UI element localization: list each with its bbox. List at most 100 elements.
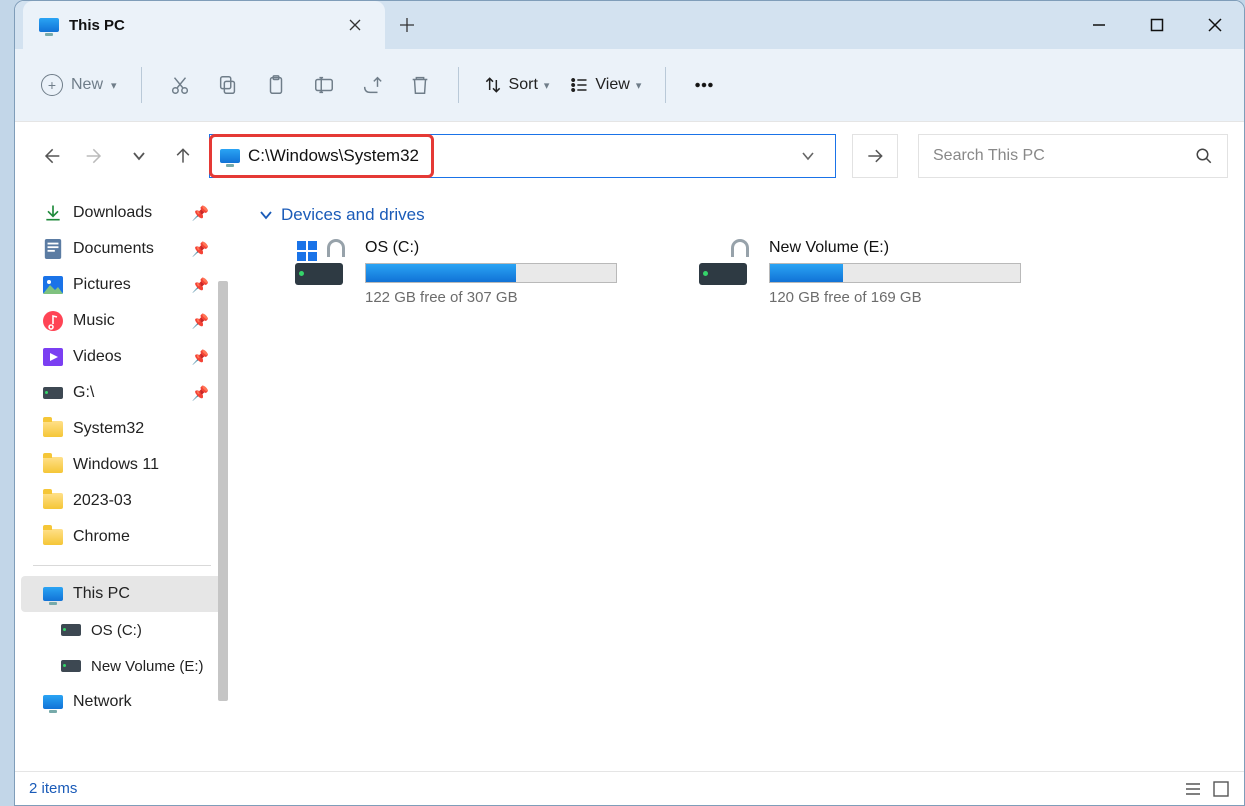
sidebar-item-label: OS (C:) bbox=[91, 622, 142, 639]
drive-item[interactable]: OS (C:)122 GB free of 307 GB bbox=[295, 239, 635, 306]
new-button[interactable]: + New ▾ bbox=[35, 74, 123, 96]
back-button[interactable] bbox=[33, 138, 69, 174]
sidebar-scrollbar[interactable] bbox=[218, 189, 228, 771]
sidebar-item-this-pc[interactable]: This PC bbox=[21, 576, 223, 612]
new-tab-button[interactable] bbox=[385, 1, 429, 49]
doc-icon bbox=[43, 239, 63, 259]
drive-icon bbox=[61, 656, 81, 676]
chevron-down-icon: ▾ bbox=[636, 79, 642, 92]
drive-usage-bar bbox=[769, 263, 1021, 283]
pin-icon: 📌 bbox=[192, 313, 209, 330]
sidebar-item-network[interactable]: Network bbox=[15, 684, 229, 720]
folder-icon bbox=[43, 455, 63, 475]
sidebar-item-label: Network bbox=[73, 693, 132, 711]
forward-button[interactable] bbox=[77, 138, 113, 174]
section-title: Devices and drives bbox=[281, 205, 425, 225]
sidebar-item-label: Music bbox=[73, 312, 115, 330]
main-content: Devices and drives OS (C:)122 GB free of… bbox=[229, 189, 1244, 771]
section-header[interactable]: Devices and drives bbox=[259, 205, 1224, 225]
address-history-button[interactable] bbox=[801, 149, 835, 163]
pin-icon: 📌 bbox=[192, 385, 209, 402]
sidebar-item-label: 2023-03 bbox=[73, 492, 132, 510]
maximize-button[interactable] bbox=[1128, 1, 1186, 49]
share-button[interactable] bbox=[352, 65, 392, 105]
nav-row bbox=[15, 121, 1244, 189]
sidebar-item[interactable]: G:\📌 bbox=[15, 375, 229, 411]
minimize-button[interactable] bbox=[1070, 1, 1128, 49]
copy-button[interactable] bbox=[208, 65, 248, 105]
details-view-button[interactable] bbox=[1184, 780, 1202, 798]
sidebar-item-label: System32 bbox=[73, 420, 144, 438]
search-input[interactable] bbox=[933, 147, 1195, 165]
view-label: View bbox=[595, 76, 629, 94]
drive-icon bbox=[61, 620, 81, 640]
pin-icon: 📌 bbox=[192, 277, 209, 294]
pin-icon: 📌 bbox=[192, 241, 209, 258]
close-tab-button[interactable] bbox=[341, 11, 369, 39]
recent-button[interactable] bbox=[121, 138, 157, 174]
status-bar: 2 items bbox=[15, 771, 1244, 805]
monitor-icon bbox=[39, 15, 59, 35]
sidebar-item[interactable]: Videos📌 bbox=[15, 339, 229, 375]
drive-item[interactable]: New Volume (E:) 120 GB free of 169 GB bbox=[699, 239, 1039, 306]
cut-button[interactable] bbox=[160, 65, 200, 105]
network-icon bbox=[43, 692, 63, 712]
drive-name: New Volume (E:) bbox=[769, 239, 1039, 257]
drive-free-text: 120 GB free of 169 GB bbox=[769, 289, 1039, 306]
sidebar-item-label: Documents bbox=[73, 240, 154, 258]
address-bar[interactable] bbox=[209, 134, 836, 178]
sidebar-item-label: Windows 11 bbox=[73, 456, 159, 474]
search-icon bbox=[1195, 147, 1213, 165]
chevron-down-icon: ▾ bbox=[544, 79, 550, 92]
drive-icon bbox=[699, 239, 755, 285]
sidebar-item[interactable]: Music 📌 bbox=[15, 303, 229, 339]
sidebar-item-drive[interactable]: New Volume (E:) bbox=[15, 648, 229, 684]
sidebar-item[interactable]: Windows 11 bbox=[15, 447, 229, 483]
go-button[interactable] bbox=[852, 134, 898, 178]
tiles-view-button[interactable] bbox=[1212, 780, 1230, 798]
sort-button[interactable]: Sort ▾ bbox=[477, 65, 556, 105]
monitor-icon bbox=[220, 146, 240, 166]
chevron-down-icon bbox=[259, 208, 273, 222]
sidebar-item-drive[interactable]: OS (C:) bbox=[15, 612, 229, 648]
status-items: 2 items bbox=[29, 780, 77, 797]
close-window-button[interactable] bbox=[1186, 1, 1244, 49]
folder-icon bbox=[43, 491, 63, 511]
file-explorer-window: This PC + New ▾ Sort ▾ bbox=[14, 0, 1245, 806]
more-button[interactable] bbox=[684, 65, 724, 105]
sidebar-item[interactable]: Pictures 📌 bbox=[15, 267, 229, 303]
sidebar-item-label: Pictures bbox=[73, 276, 131, 294]
sidebar-item-label: This PC bbox=[73, 585, 130, 603]
drive-usage-bar bbox=[365, 263, 617, 283]
music-icon bbox=[43, 311, 63, 331]
sidebar-item-label: Chrome bbox=[73, 528, 130, 546]
pic-icon bbox=[43, 275, 63, 295]
drive-icon bbox=[43, 383, 63, 403]
sidebar-item-label: New Volume (E:) bbox=[91, 658, 204, 675]
plus-circle-icon: + bbox=[41, 74, 63, 96]
search-box[interactable] bbox=[918, 134, 1228, 178]
pin-icon: 📌 bbox=[192, 205, 209, 222]
download-icon bbox=[43, 203, 63, 223]
rename-button[interactable] bbox=[304, 65, 344, 105]
video-icon bbox=[43, 347, 63, 367]
sort-label: Sort bbox=[509, 76, 538, 94]
tab-this-pc[interactable]: This PC bbox=[23, 1, 385, 49]
toolbar: + New ▾ Sort ▾ View ▾ bbox=[15, 49, 1244, 121]
sidebar-item[interactable]: Documents 📌 bbox=[15, 231, 229, 267]
paste-button[interactable] bbox=[256, 65, 296, 105]
sidebar-item-label: Videos bbox=[73, 348, 122, 366]
sidebar-item[interactable]: 2023-03 bbox=[15, 483, 229, 519]
sidebar-item[interactable]: Downloads📌 bbox=[15, 195, 229, 231]
new-label: New bbox=[71, 76, 103, 94]
window-controls bbox=[1070, 1, 1244, 49]
delete-button[interactable] bbox=[400, 65, 440, 105]
up-button[interactable] bbox=[165, 138, 201, 174]
drive-free-text: 122 GB free of 307 GB bbox=[365, 289, 635, 306]
address-input[interactable] bbox=[248, 146, 791, 166]
titlebar: This PC bbox=[15, 1, 1244, 49]
folder-icon bbox=[43, 419, 63, 439]
sidebar-item[interactable]: System32 bbox=[15, 411, 229, 447]
view-button[interactable]: View ▾ bbox=[563, 65, 647, 105]
sidebar-item[interactable]: Chrome bbox=[15, 519, 229, 555]
